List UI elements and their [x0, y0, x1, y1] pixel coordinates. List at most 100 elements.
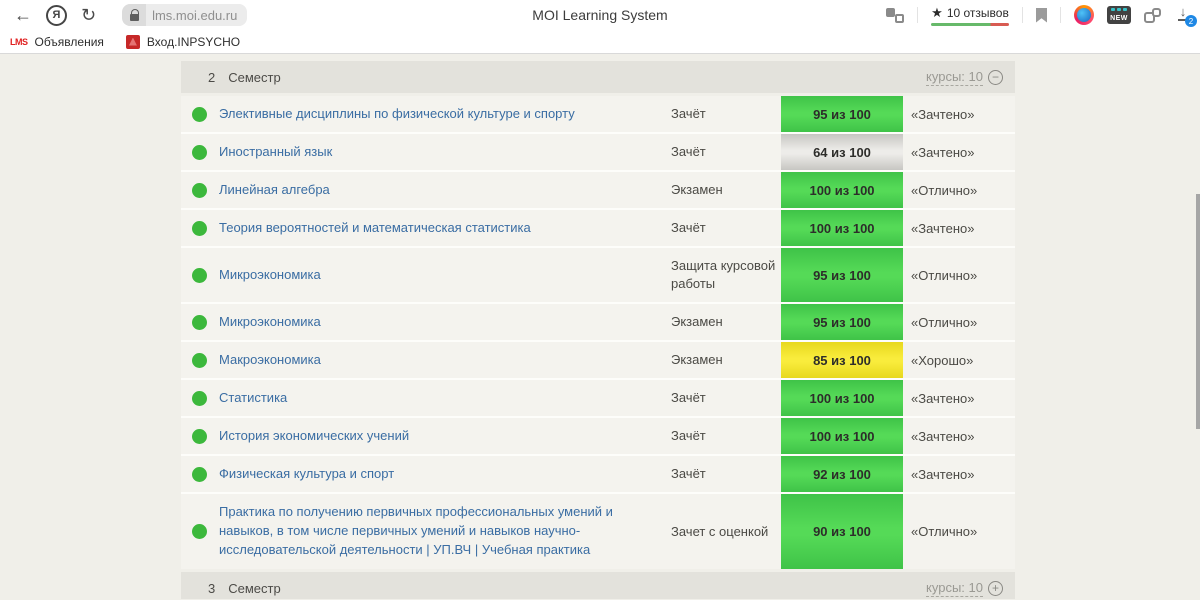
- course-title-link[interactable]: Макроэкономика: [219, 351, 671, 370]
- rating-bar: [931, 22, 1009, 26]
- score-cell: 90 из 100: [781, 494, 903, 569]
- assessment-type: Зачёт: [671, 428, 706, 444]
- grade-text: «Отлично»: [911, 267, 978, 283]
- status-dot-icon: [192, 390, 207, 406]
- course-title-link[interactable]: Физическая культура и спорт: [219, 465, 671, 484]
- course-row: История экономических учений Зачёт 100 и…: [181, 418, 1015, 454]
- course-title-link[interactable]: Иностранный язык: [219, 143, 671, 162]
- collections-icon[interactable]: [1144, 7, 1161, 23]
- course-title-link[interactable]: Микроэкономика: [219, 313, 671, 332]
- semester-label: Семестр: [228, 69, 281, 85]
- courses-count-link[interactable]: курсы: 10: [926, 69, 983, 86]
- url-text: lms.moi.edu.ru: [152, 7, 238, 23]
- grade-text: «Хорошо»: [911, 352, 974, 368]
- course-title-link[interactable]: Практика по получению первичных професси…: [219, 503, 671, 560]
- bookmark-item-announcements[interactable]: LMS Объявления: [10, 35, 104, 49]
- score-value: 95 из 100: [813, 267, 871, 283]
- course-row: Физическая культура и спорт Зачёт 92 из …: [181, 456, 1015, 492]
- grade-text: «Зачтено»: [911, 390, 975, 406]
- bookmark-label: Объявления: [34, 34, 104, 49]
- grade-text: «Отлично»: [911, 182, 978, 198]
- status-dot-icon: [192, 182, 207, 198]
- browser-toolbar: MOI Learning System ← Я ↻ lms.moi.edu.ru…: [0, 0, 1200, 30]
- bookmark-label: Вход.INPSYCHO: [146, 34, 241, 49]
- assessment-type: Зачёт: [671, 390, 706, 406]
- score-cell: 95 из 100: [781, 248, 903, 302]
- course-row: Макроэкономика Экзамен 85 из 100 «Хорошо…: [181, 342, 1015, 378]
- reviews-widget[interactable]: ★ 10 отзывов: [931, 5, 1009, 26]
- status-dot-icon: [192, 428, 207, 444]
- score-cell: 64 из 100: [781, 134, 903, 170]
- lock-icon[interactable]: [122, 4, 147, 26]
- grade-text: «Зачтено»: [911, 466, 975, 482]
- status-dot-icon: [192, 314, 207, 330]
- course-row: Теория вероятностей и математическая ста…: [181, 210, 1015, 246]
- score-value: 100 из 100: [809, 390, 875, 406]
- course-title-link[interactable]: История экономических учений: [219, 427, 671, 446]
- shield-favicon-icon: [125, 34, 140, 49]
- refresh-button[interactable]: ↻: [81, 6, 96, 24]
- bookmark-item-login[interactable]: Вход.INPSYCHO: [125, 34, 241, 49]
- score-value: 90 из 100: [813, 524, 871, 539]
- course-title-link[interactable]: Теория вероятностей и математическая ста…: [219, 219, 671, 238]
- course-title-link[interactable]: Статистика: [219, 389, 671, 408]
- lms-page-content: 2 Семестр курсы: 10 − Элективные дисципл…: [0, 54, 1200, 599]
- star-icon: ★: [931, 4, 943, 20]
- course-row: Практика по получению первичных професси…: [181, 494, 1015, 569]
- score-value: 100 из 100: [809, 182, 875, 198]
- grade-text: «Зачтено»: [911, 428, 975, 444]
- assessment-type: Зачет с оценкой: [671, 523, 769, 539]
- grade-text: «Зачтено»: [911, 106, 975, 122]
- courses-collapse-control[interactable]: курсы: 10 −: [926, 69, 1003, 86]
- score-value: 64 из 100: [813, 144, 871, 160]
- semester-3-header: 3 Семестр курсы: 10 +: [181, 572, 1015, 599]
- score-cell: 100 из 100: [781, 172, 903, 208]
- assessment-type: Зачёт: [671, 106, 706, 122]
- course-title-link[interactable]: Микроэкономика: [219, 266, 671, 285]
- course-title-link[interactable]: Линейная алгебра: [219, 181, 671, 200]
- vertical-scrollbar-thumb[interactable]: [1196, 194, 1200, 429]
- score-value: 95 из 100: [813, 314, 871, 330]
- expand-plus-icon[interactable]: +: [988, 580, 1003, 596]
- course-row: Элективные дисциплины по физической куль…: [181, 96, 1015, 132]
- score-value: 85 из 100: [813, 352, 871, 368]
- semester-2-header: 2 Семестр курсы: 10 −: [181, 61, 1015, 93]
- score-value: 92 из 100: [813, 466, 871, 482]
- course-row: Иностранный язык Зачёт 64 из 100 «Зачтен…: [181, 134, 1015, 170]
- score-value: 100 из 100: [809, 428, 875, 444]
- grades-table: Элективные дисциплины по физической куль…: [181, 96, 1015, 569]
- assessment-type: Зачёт: [671, 466, 706, 482]
- reviews-count-label: 10 отзывов: [946, 5, 1009, 20]
- yandex-logo-icon[interactable]: Я: [46, 4, 67, 26]
- score-cell: 100 из 100: [781, 418, 903, 454]
- course-row: Микроэкономика Защита курсовой работы 95…: [181, 248, 1015, 302]
- tableau-icon[interactable]: [886, 7, 904, 23]
- assessment-type: Экзамен: [671, 352, 723, 368]
- courses-expand-control[interactable]: курсы: 10 +: [926, 580, 1003, 597]
- status-dot-icon: [192, 267, 207, 283]
- course-title-link[interactable]: Элективные дисциплины по физической куль…: [219, 105, 671, 124]
- score-cell: 92 из 100: [781, 456, 903, 492]
- assessment-type: Экзамен: [671, 182, 723, 198]
- assessment-type: Защита курсовой работы: [671, 258, 776, 291]
- toolbar-separator: [917, 7, 918, 23]
- status-dot-icon: [192, 466, 207, 482]
- score-cell: 100 из 100: [781, 380, 903, 416]
- semester-label: Семестр: [228, 580, 281, 596]
- courses-count-link[interactable]: курсы: 10: [926, 580, 983, 597]
- grade-text: «Зачтено»: [911, 220, 975, 236]
- score-value: 100 из 100: [809, 220, 875, 236]
- address-bar[interactable]: lms.moi.edu.ru: [122, 4, 248, 26]
- bookmark-icon[interactable]: [1036, 7, 1047, 23]
- new-extension-icon[interactable]: NEW: [1107, 6, 1131, 24]
- bookmarks-bar: LMS Объявления Вход.INPSYCHO: [0, 30, 1200, 54]
- grade-text: «Отлично»: [911, 524, 978, 539]
- extension-orb-icon[interactable]: [1074, 5, 1094, 25]
- semester-number: 2: [208, 69, 216, 85]
- downloads-button[interactable]: ↓ 2: [1174, 5, 1197, 27]
- back-button[interactable]: ←: [14, 6, 32, 24]
- assessment-type: Зачёт: [671, 220, 706, 236]
- collapse-minus-icon[interactable]: −: [988, 69, 1003, 85]
- downloads-badge: 2: [1185, 15, 1197, 27]
- status-dot-icon: [192, 524, 207, 539]
